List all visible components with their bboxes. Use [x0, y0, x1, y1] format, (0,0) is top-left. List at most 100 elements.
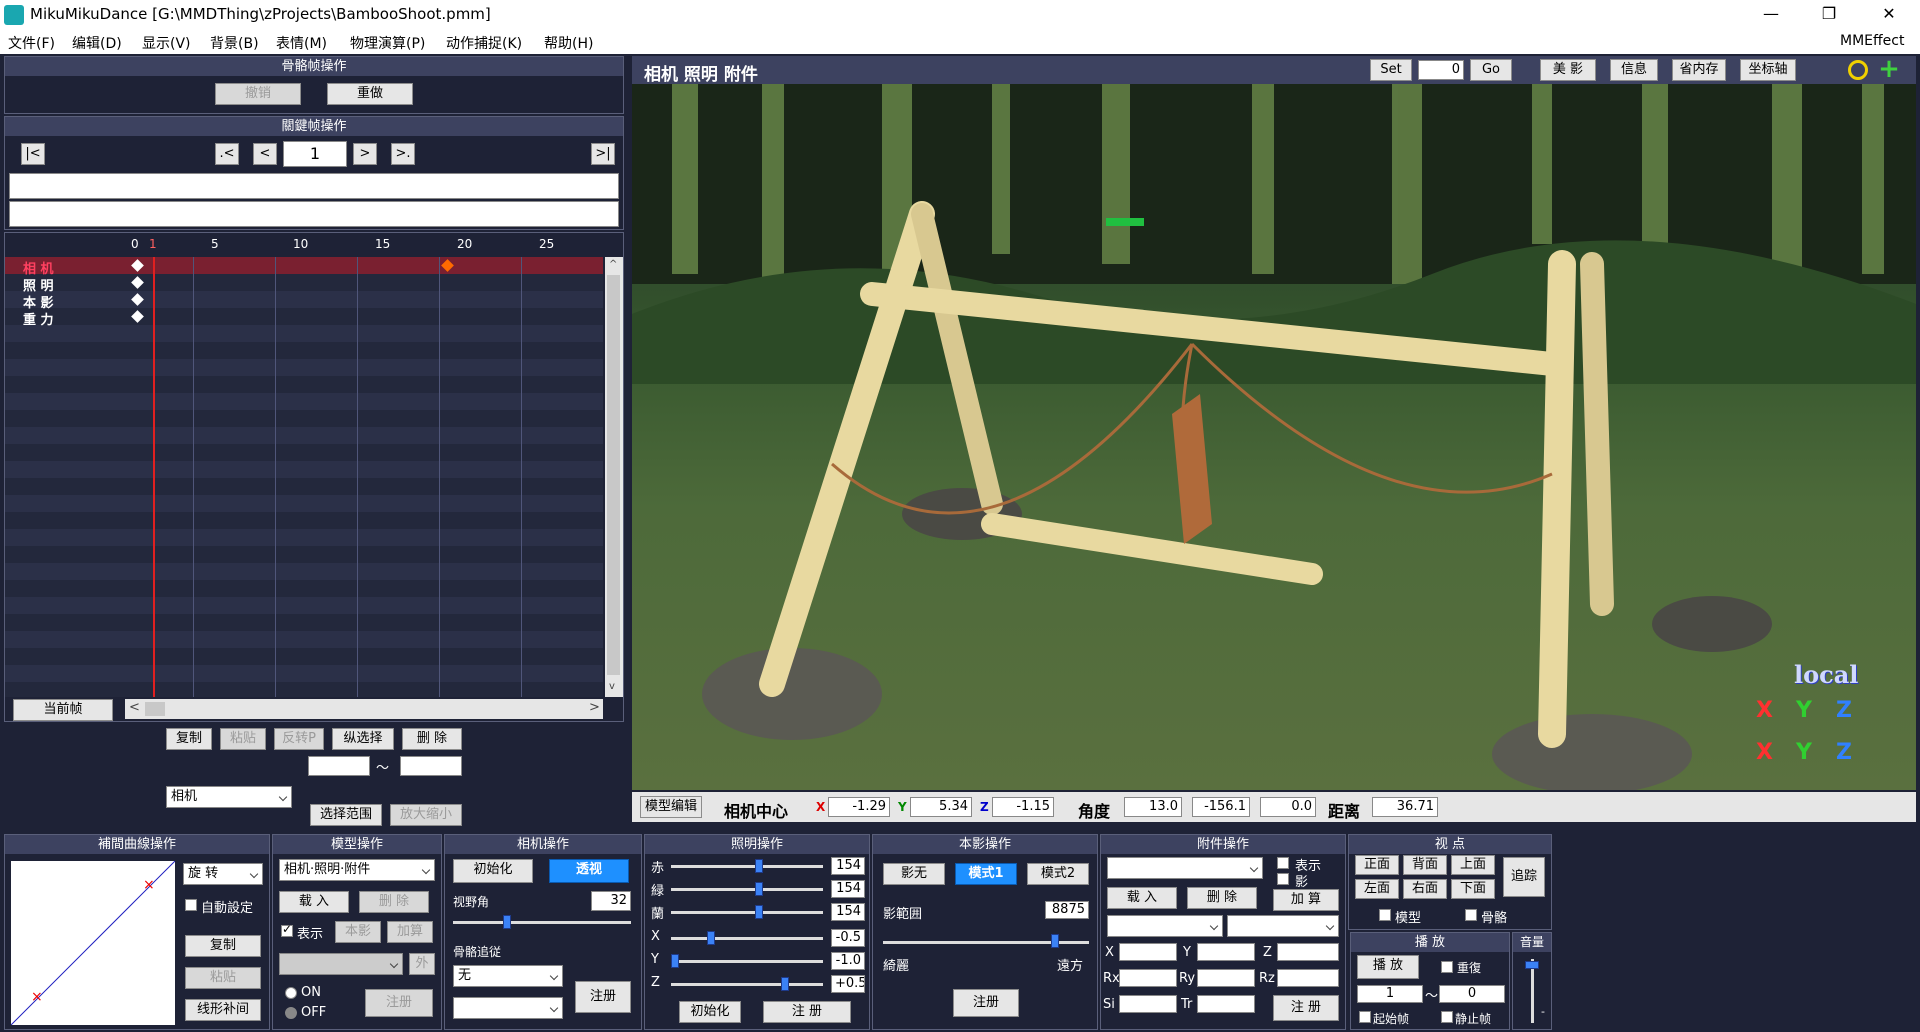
- model-select[interactable]: 相机·照明·附件: [279, 859, 435, 881]
- on-radio[interactable]: [285, 987, 297, 999]
- view-right-button[interactable]: 右面: [1403, 879, 1447, 899]
- model-show-checkbox[interactable]: [281, 922, 293, 937]
- menu-motion-capture[interactable]: 动作捕捉(K): [446, 33, 522, 53]
- menu-view[interactable]: 显示(V): [142, 33, 191, 53]
- view-track-button[interactable]: 追踪: [1503, 857, 1545, 897]
- menu-physics[interactable]: 物理演算(P): [350, 33, 425, 53]
- range-end-input[interactable]: [400, 756, 462, 776]
- model-delete-button[interactable]: 删 除: [359, 891, 429, 913]
- keyframe-name-field-2[interactable]: [9, 201, 619, 227]
- vscroll-thumb[interactable]: [607, 275, 620, 675]
- light-x-input[interactable]: -0.5: [831, 929, 865, 947]
- y-rotate-icon[interactable]: Y: [1796, 698, 1812, 723]
- angle-z-input[interactable]: 0.0: [1260, 797, 1316, 817]
- view-model-checkbox[interactable]: [1379, 909, 1391, 921]
- accessory-parent-model-select[interactable]: [1107, 915, 1223, 937]
- reverse-paste-button[interactable]: 反转P: [274, 728, 324, 750]
- keyframe-name-field-1[interactable]: [9, 173, 619, 199]
- view-bone-checkbox[interactable]: [1465, 909, 1477, 921]
- red-input[interactable]: 154: [831, 857, 865, 875]
- blue-slider-thumb[interactable]: [755, 905, 763, 919]
- x-move-icon[interactable]: X: [1756, 740, 1773, 765]
- stop-frame-checkbox[interactable]: [1441, 1011, 1453, 1023]
- timeline-hscroll[interactable]: < >: [125, 699, 603, 719]
- light-z-input[interactable]: +0.5: [831, 975, 865, 993]
- view-back-button[interactable]: 背面: [1403, 855, 1447, 875]
- interp-type-select[interactable]: 旋 转: [183, 863, 263, 885]
- light-y-slider-thumb[interactable]: [671, 954, 679, 968]
- acc-x-input[interactable]: [1119, 943, 1177, 961]
- range-start-input[interactable]: [308, 756, 370, 776]
- shadow-none-button[interactable]: 影无: [883, 863, 945, 885]
- keyframe-light-0[interactable]: [131, 276, 144, 289]
- light-y-input[interactable]: -1.0: [831, 952, 865, 970]
- accessory-delete-button[interactable]: 删 除: [1187, 887, 1257, 909]
- paste-button[interactable]: 粘贴: [220, 728, 266, 750]
- scroll-right-icon[interactable]: >: [589, 700, 600, 715]
- perspective-button[interactable]: 透视: [549, 859, 629, 883]
- off-radio[interactable]: [285, 1007, 297, 1019]
- next-key-button[interactable]: >.: [391, 143, 415, 165]
- frame-number-input[interactable]: 1: [283, 141, 347, 167]
- outer-parent-button[interactable]: 外: [409, 953, 435, 975]
- beauty-shadow-button[interactable]: 美 影: [1540, 59, 1596, 81]
- timeline-vscroll[interactable]: ^ v: [605, 257, 623, 697]
- follow-model-select[interactable]: 无: [453, 965, 563, 987]
- green-slider-track[interactable]: [671, 888, 823, 891]
- undo-button[interactable]: 撤销: [215, 83, 301, 105]
- model-edit-button[interactable]: 模型编辑: [640, 796, 702, 818]
- delete-button[interactable]: 删 除: [402, 728, 462, 750]
- target-select[interactable]: 相机: [166, 786, 292, 808]
- accessory-parent-bone-select[interactable]: [1227, 915, 1339, 937]
- y-move-icon[interactable]: Y: [1796, 740, 1812, 765]
- interp-copy-button[interactable]: 复制: [185, 935, 261, 957]
- close-button[interactable]: ✕: [1866, 0, 1912, 30]
- acc-si-input[interactable]: [1119, 995, 1177, 1013]
- track-gravity[interactable]: 重 力: [23, 309, 54, 328]
- scroll-down-icon[interactable]: v: [609, 681, 615, 692]
- light-z-slider-track[interactable]: [671, 983, 823, 986]
- accessory-load-button[interactable]: 载 入: [1107, 887, 1177, 909]
- minimize-button[interactable]: —: [1748, 0, 1794, 30]
- current-frame-button[interactable]: 当前帧: [13, 699, 113, 721]
- menu-file[interactable]: 文件(F): [8, 33, 55, 53]
- move-icon[interactable]: +: [1878, 56, 1900, 82]
- light-x-slider-track[interactable]: [671, 937, 823, 940]
- camera-register-button[interactable]: 注册: [575, 981, 631, 1013]
- accessory-register-button[interactable]: 注 册: [1273, 995, 1339, 1021]
- timeline-grid[interactable]: 相 机 照 明 本 影 重 力: [5, 257, 603, 697]
- accessory-show-checkbox[interactable]: [1277, 857, 1289, 869]
- shadow-mode1-button[interactable]: 模式1: [955, 863, 1017, 885]
- follow-bone-select[interactable]: [453, 997, 563, 1019]
- menu-help[interactable]: 帮助(H): [544, 33, 593, 53]
- center-y-input[interactable]: 5.34: [910, 797, 972, 817]
- vertical-select-button[interactable]: 纵选择: [332, 728, 394, 750]
- acc-z-input[interactable]: [1277, 943, 1339, 961]
- axis-gizmo[interactable]: X Y Z X Y Z: [1756, 698, 1856, 778]
- view-left-button[interactable]: 左面: [1355, 879, 1399, 899]
- shadow-register-button[interactable]: 注册: [953, 989, 1019, 1017]
- light-y-slider-track[interactable]: [671, 960, 823, 963]
- view-bottom-button[interactable]: 下面: [1451, 879, 1495, 899]
- accessory-add-button[interactable]: 加 算: [1273, 889, 1339, 911]
- view-top-button[interactable]: 上面: [1451, 855, 1495, 875]
- playhead[interactable]: [153, 257, 155, 697]
- shadow-range-input[interactable]: 8875: [1045, 901, 1089, 919]
- volume-thumb[interactable]: [1525, 961, 1539, 969]
- keyframe-shadow-0[interactable]: [131, 293, 144, 306]
- linear-interp-button[interactable]: 线形补间: [185, 999, 261, 1021]
- scroll-left-icon[interactable]: <: [129, 700, 140, 715]
- shadow-range-thumb[interactable]: [1051, 934, 1059, 948]
- last-frame-button[interactable]: >|: [591, 143, 615, 165]
- menu-background[interactable]: 背景(B): [210, 33, 259, 53]
- acc-y-input[interactable]: [1197, 943, 1255, 961]
- fov-slider-track[interactable]: [453, 921, 631, 924]
- green-input[interactable]: 154: [831, 880, 865, 898]
- set-frame-input[interactable]: 0: [1418, 60, 1464, 80]
- save-memory-button[interactable]: 省内存: [1672, 59, 1726, 81]
- accessory-shadow-checkbox[interactable]: [1277, 873, 1289, 885]
- restore-button[interactable]: ❐: [1806, 0, 1852, 30]
- red-slider-track[interactable]: [671, 865, 823, 868]
- view-front-button[interactable]: 正面: [1355, 855, 1399, 875]
- first-frame-button[interactable]: |<: [21, 143, 45, 165]
